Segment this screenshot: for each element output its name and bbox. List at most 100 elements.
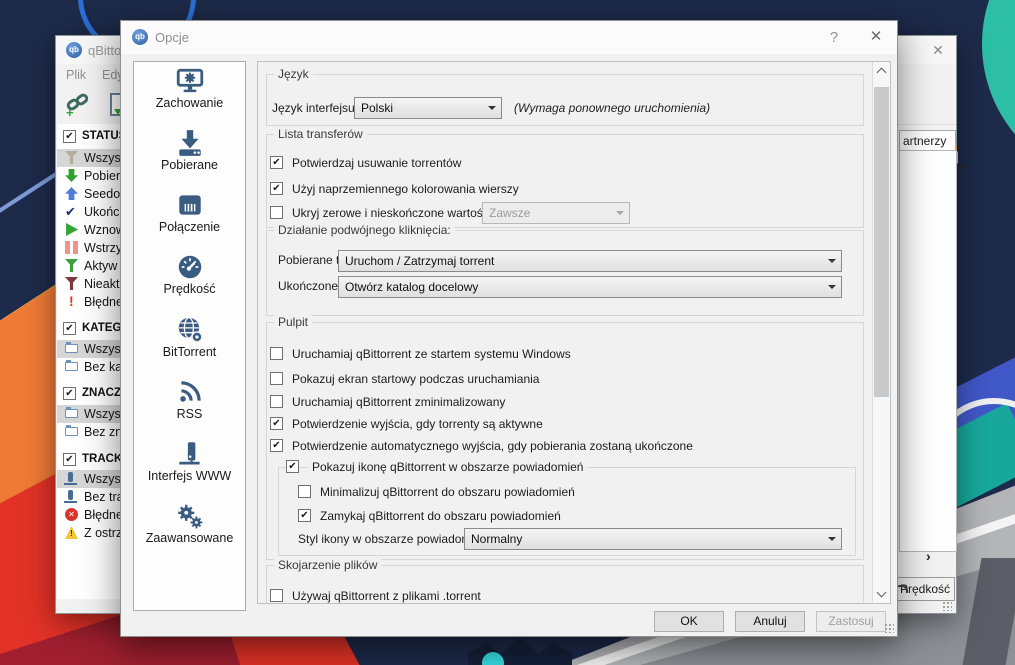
chevron-down-icon bbox=[828, 259, 836, 267]
resize-grip[interactable] bbox=[942, 601, 952, 611]
options-dialog: qb Opcje ? ✕ Zachowanie Pobierane Połącz… bbox=[120, 20, 898, 637]
confirm-auto-exit-checkbox[interactable]: ✔ bbox=[270, 439, 283, 452]
confirm-delete-checkbox[interactable]: ✔ bbox=[270, 156, 283, 169]
language-select[interactable]: Polski bbox=[354, 97, 502, 119]
alternating-rows-label: Użyj naprzemiennego kolorowania wierszy bbox=[292, 182, 519, 196]
tracker-icon bbox=[64, 490, 77, 503]
main-close-button[interactable]: ✕ bbox=[924, 40, 952, 60]
chevron-down-icon bbox=[828, 537, 836, 545]
options-item-bittorrent[interactable]: BitTorrent bbox=[134, 315, 245, 373]
options-item-rss[interactable]: RSS bbox=[134, 377, 245, 435]
play-icon bbox=[66, 223, 78, 236]
confirm-auto-exit-label: Potwierdzenie automatycznego wyjścia, gd… bbox=[292, 439, 693, 453]
hide-values-select: Zawsze bbox=[482, 202, 630, 224]
tracker-icon bbox=[64, 472, 77, 485]
help-button[interactable]: ? bbox=[821, 28, 847, 48]
language-restart-note: (Wymaga ponownego uruchomienia) bbox=[514, 101, 711, 115]
show-tray-icon-checkbox[interactable]: ✔ bbox=[286, 460, 299, 473]
cancel-button[interactable]: Anuluj bbox=[735, 611, 805, 632]
pause-icon bbox=[65, 241, 78, 254]
scroll-up-button[interactable] bbox=[873, 62, 890, 79]
tags-section-checkbox[interactable]: ✔ bbox=[63, 387, 76, 400]
speed-tab-button[interactable]: Prędkość bbox=[891, 577, 955, 601]
options-category-list: Zachowanie Pobierane Połączenie Prędkość… bbox=[133, 61, 246, 611]
filter-gray-icon bbox=[65, 151, 78, 164]
close-to-tray-checkbox[interactable]: ✔ bbox=[298, 509, 311, 522]
minimize-to-tray-checkbox[interactable] bbox=[298, 485, 311, 498]
trackers-section-checkbox[interactable]: ✔ bbox=[63, 453, 76, 466]
connection-icon bbox=[134, 190, 245, 220]
downloading-action-select[interactable]: Uruchom / Zatrzymaj torrent bbox=[338, 250, 842, 272]
close-to-tray-label: Zamykaj qBittorrent do obszaru powiadomi… bbox=[320, 509, 561, 523]
qbittorrent-logo-icon: qb bbox=[66, 42, 82, 58]
bittorrent-icon bbox=[134, 315, 245, 345]
completed-action-select[interactable]: Otwórz katalog docelowy bbox=[338, 276, 842, 298]
start-minimized-label: Uruchamiaj qBittorrent zminimalizowany bbox=[292, 395, 506, 409]
downloads-icon bbox=[134, 128, 245, 158]
folder-icon bbox=[65, 360, 78, 371]
alternating-rows-checkbox[interactable]: ✔ bbox=[270, 182, 283, 195]
confirm-exit-checkbox[interactable]: ✔ bbox=[270, 417, 283, 430]
scrollbar-thumb[interactable] bbox=[874, 87, 889, 397]
speed-icon bbox=[134, 252, 245, 282]
ok-button[interactable]: OK bbox=[654, 611, 724, 632]
start-with-windows-label: Uruchamiaj qBittorrent ze startem system… bbox=[292, 347, 571, 361]
categories-section-checkbox[interactable]: ✔ bbox=[63, 322, 76, 335]
group-language-title: Język bbox=[274, 67, 313, 81]
behavior-icon bbox=[134, 66, 245, 96]
arrow-down-icon bbox=[65, 169, 78, 182]
options-item-speed[interactable]: Prędkość bbox=[134, 252, 245, 310]
tray-icon-style-label: Styl ikony w obszarze powiadomień: bbox=[298, 532, 491, 546]
tab-partnerzy[interactable]: artnerzy bbox=[899, 130, 956, 150]
options-item-connection[interactable]: Połączenie bbox=[134, 190, 245, 248]
folder-open-icon bbox=[65, 407, 78, 418]
add-torrent-link-icon[interactable]: + bbox=[64, 91, 92, 122]
apply-button: Zastosuj bbox=[816, 611, 886, 632]
lock-caret-icon bbox=[959, 165, 967, 173]
dialog-titlebar[interactable]: qb Opcje ? ✕ bbox=[121, 21, 897, 54]
options-item-advanced[interactable]: Zaawansowane bbox=[134, 501, 245, 559]
scroll-down-button[interactable] bbox=[873, 586, 890, 603]
qbittorrent-logo-icon: qb bbox=[132, 29, 148, 45]
start-with-windows-checkbox[interactable] bbox=[270, 347, 283, 360]
show-tray-icon-label: Pokazuj ikonę qBittorrent w obszarze pow… bbox=[308, 456, 588, 478]
exclaim-icon bbox=[65, 295, 78, 308]
hide-zero-values-checkbox[interactable] bbox=[270, 206, 283, 219]
error-circle-icon bbox=[65, 508, 78, 521]
splash-screen-label: Pokazuj ekran startowy podczas uruchamia… bbox=[292, 372, 540, 386]
options-item-webui[interactable]: Interfejs WWW bbox=[134, 439, 245, 497]
options-content: Język Język interfejsu: Polski (Wymaga p… bbox=[257, 61, 891, 604]
language-label: Język interfejsu: bbox=[272, 101, 359, 115]
filter-maroon-icon bbox=[65, 277, 78, 290]
start-minimized-checkbox[interactable] bbox=[270, 395, 283, 408]
chevron-down-icon bbox=[488, 106, 496, 114]
hide-zero-values-label: Ukryj zerowe i nieskończone wartości bbox=[292, 206, 492, 220]
splash-screen-checkbox[interactable] bbox=[270, 372, 283, 385]
details-panel bbox=[899, 150, 957, 552]
options-item-downloads[interactable]: Pobierane bbox=[134, 128, 245, 186]
confirm-delete-label: Potwierdzaj usuwanie torrentów bbox=[292, 156, 462, 170]
arrow-up-icon bbox=[65, 187, 78, 200]
dialog-resize-grip[interactable] bbox=[884, 623, 894, 633]
torrent-file-assoc-checkbox[interactable] bbox=[270, 589, 283, 602]
wallpaper-teal-circle bbox=[982, 0, 1015, 184]
expand-arrow[interactable]: › bbox=[926, 548, 931, 564]
webui-icon bbox=[134, 439, 245, 469]
tray-icon-style-select[interactable]: Normalny bbox=[464, 528, 842, 550]
group-double-click bbox=[266, 230, 864, 316]
group-desktop-title: Pulpit bbox=[274, 315, 313, 329]
warning-icon bbox=[65, 526, 78, 539]
rss-icon bbox=[134, 377, 245, 407]
torrent-file-assoc-label: Używaj qBittorrent z plikami .torrent bbox=[292, 589, 481, 603]
advanced-icon bbox=[134, 501, 245, 531]
chevron-down-icon bbox=[828, 285, 836, 293]
options-item-behavior[interactable]: Zachowanie bbox=[134, 66, 245, 124]
menu-plik[interactable]: Plik bbox=[66, 68, 86, 82]
group-file-assoc-title: Skojarzenie plików bbox=[274, 558, 382, 572]
confirm-exit-label: Potwierdzenie wyjścia, gdy torrenty są a… bbox=[292, 417, 543, 431]
chevron-down-icon bbox=[616, 211, 624, 219]
close-button[interactable]: ✕ bbox=[861, 26, 891, 48]
vertical-scrollbar[interactable] bbox=[872, 62, 890, 603]
status-section-checkbox[interactable]: ✔ bbox=[63, 130, 76, 143]
folder-open-icon bbox=[65, 342, 78, 353]
